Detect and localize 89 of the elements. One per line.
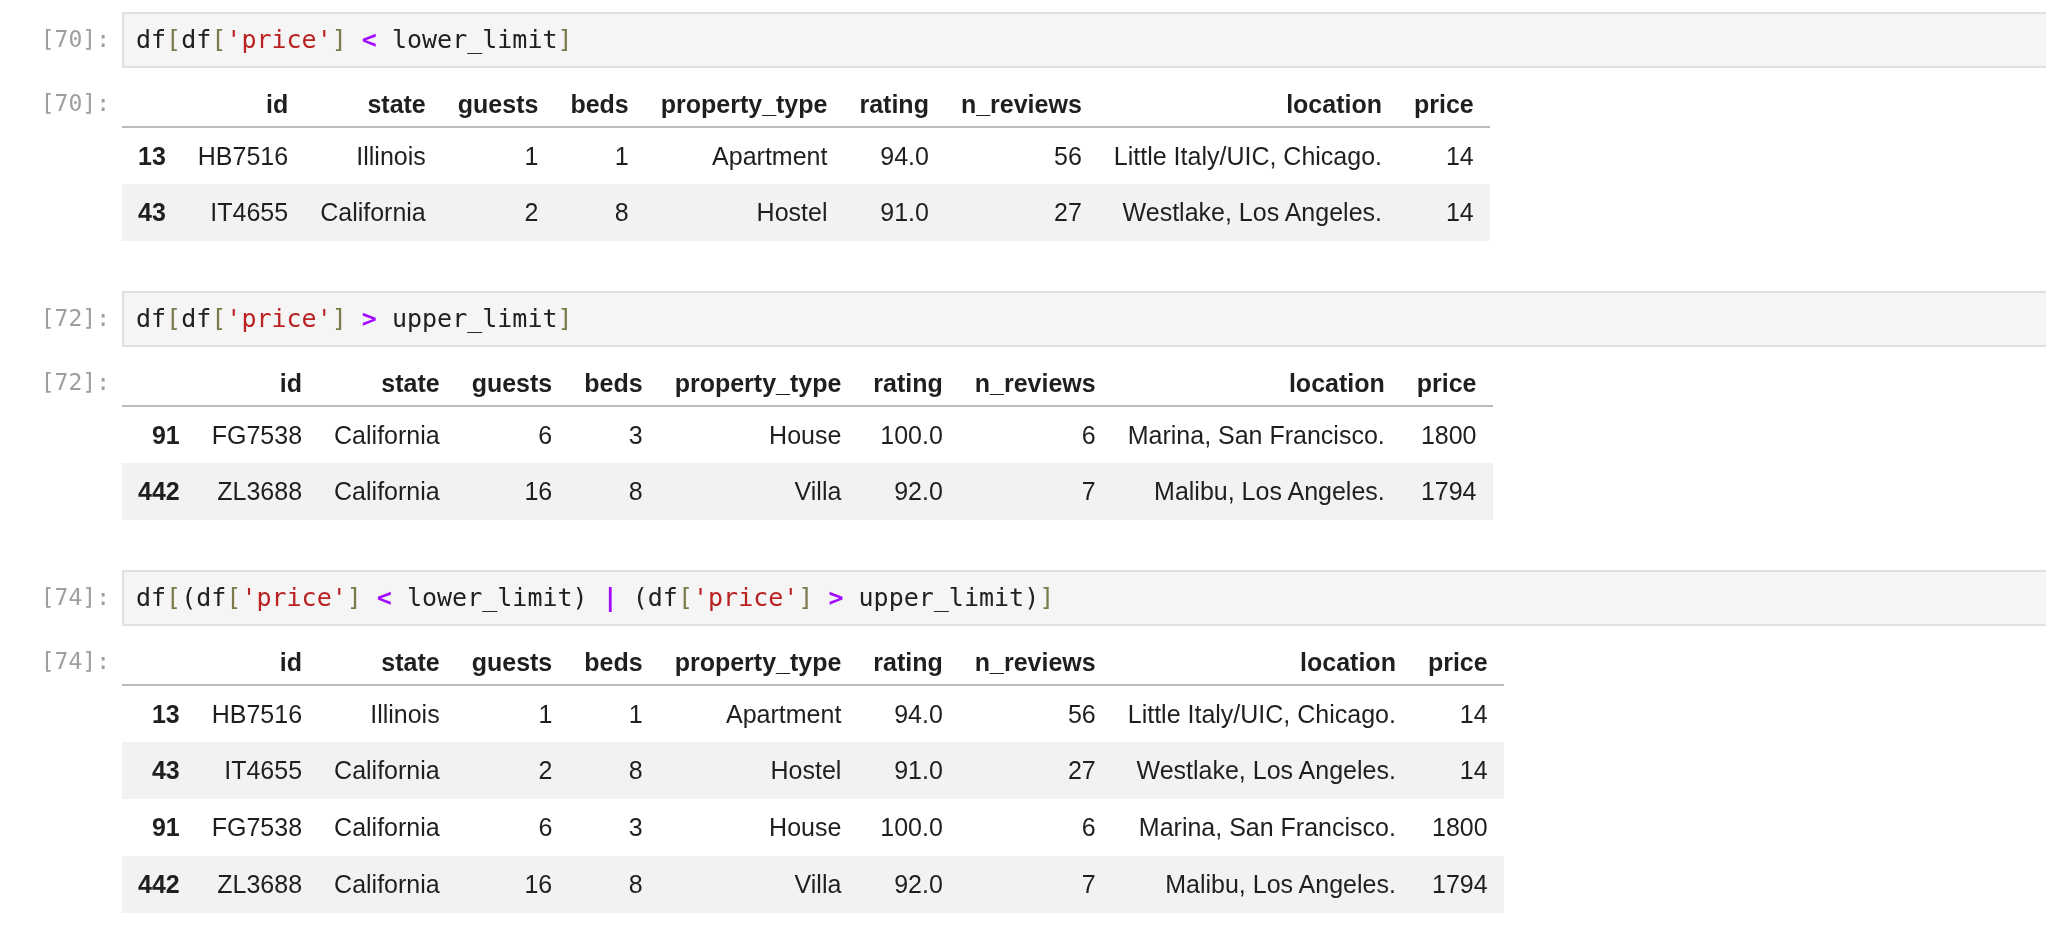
- row-index: 43: [122, 742, 196, 799]
- table-cell: 27: [944, 184, 1098, 241]
- row-index: 442: [122, 463, 196, 520]
- table-cell: 100.0: [857, 799, 959, 856]
- table-cell: 1800: [1400, 406, 1493, 463]
- table-cell: ZL3688: [195, 856, 319, 913]
- table-cell: Little Italy/UIC, Chicago.: [1111, 685, 1412, 742]
- table-cell: 1: [441, 127, 555, 184]
- table-cell: 16: [455, 856, 569, 913]
- table-cell: Little Italy/UIC, Chicago.: [1097, 127, 1398, 184]
- table-cell: 1794: [1400, 463, 1493, 520]
- row-index: 91: [122, 799, 196, 856]
- table-cell: 91.0: [857, 742, 959, 799]
- table-cell: Villa: [658, 856, 858, 913]
- table-cell: Apartment: [658, 685, 858, 742]
- table-cell: 94.0: [857, 685, 959, 742]
- row-index: 43: [122, 184, 182, 241]
- table-cell: 8: [554, 184, 645, 241]
- table-cell: ZL3688: [195, 463, 319, 520]
- table-cell: 7: [958, 856, 1112, 913]
- table-cell: IT4655: [195, 742, 319, 799]
- table-cell: Marina, San Francisco.: [1111, 406, 1401, 463]
- table-cell: 14: [1411, 742, 1504, 799]
- table-cell: 2: [455, 742, 569, 799]
- table-cell: 92.0: [857, 856, 959, 913]
- table-cell: 8: [568, 463, 659, 520]
- table-cell: HB7516: [181, 127, 305, 184]
- table-cell: California: [318, 406, 456, 463]
- input-prompt: [72]:: [39, 304, 111, 331]
- table-cell: California: [318, 742, 456, 799]
- table-cell: 7: [958, 463, 1112, 520]
- table-cell: 3: [568, 406, 659, 463]
- table-cell: Malibu, Los Angeles.: [1111, 463, 1401, 520]
- table-cell: Malibu, Los Angeles.: [1111, 856, 1412, 913]
- table-cell: FG7538: [195, 799, 319, 856]
- table-cell: 8: [568, 742, 659, 799]
- table-cell: 1: [554, 127, 645, 184]
- table-cell: 2: [441, 184, 555, 241]
- table-cell: 6: [958, 799, 1112, 856]
- table-cell: 27: [958, 742, 1112, 799]
- output-prompt: [72]:: [39, 368, 111, 395]
- table-cell: 100.0: [857, 406, 959, 463]
- table-cell: 56: [958, 685, 1112, 742]
- code-input[interactable]: df[(df['price'] < lower_limit) | (df['price'] > upper_limit)]: [122, 570, 2046, 626]
- table-cell: 56: [944, 127, 1098, 184]
- table-cell: California: [318, 856, 456, 913]
- output-prompt: [74]:: [39, 647, 111, 674]
- table-cell: 1: [568, 685, 659, 742]
- table-cell: House: [658, 799, 858, 856]
- table-cell: 14: [1411, 685, 1504, 742]
- table-cell: 1800: [1411, 799, 1504, 856]
- table-cell: Apartment: [644, 127, 844, 184]
- row-index: 91: [122, 406, 196, 463]
- row-index: 13: [122, 685, 196, 742]
- table-cell: 1: [455, 685, 569, 742]
- table-cell: 6: [455, 799, 569, 856]
- output-prompt: [70]:: [39, 89, 111, 116]
- table-cell: Villa: [658, 463, 858, 520]
- table-cell: 1794: [1411, 856, 1504, 913]
- table-cell: Illinois: [318, 685, 456, 742]
- code-input[interactable]: df[df['price'] < lower_limit]: [122, 12, 2046, 68]
- input-prompt: [70]:: [39, 25, 111, 52]
- table-cell: California: [318, 463, 456, 520]
- table-cell: 16: [455, 463, 569, 520]
- table-cell: 14: [1398, 127, 1490, 184]
- table-cell: 3: [568, 799, 659, 856]
- table-cell: FG7538: [195, 406, 319, 463]
- table-cell: Hostel: [658, 742, 858, 799]
- table-cell: Hostel: [644, 184, 844, 241]
- row-index: 13: [122, 127, 182, 184]
- table-cell: 8: [568, 856, 659, 913]
- table-cell: HB7516: [195, 685, 319, 742]
- table-cell: 6: [958, 406, 1112, 463]
- input-prompt: [74]:: [39, 583, 111, 610]
- table-cell: California: [318, 799, 456, 856]
- table-cell: Westlake, Los Angeles.: [1097, 184, 1398, 241]
- table-cell: Westlake, Los Angeles.: [1111, 742, 1412, 799]
- row-index: 442: [122, 856, 196, 913]
- code-input[interactable]: df[df['price'] > upper_limit]: [122, 291, 2046, 347]
- table-cell: IT4655: [181, 184, 305, 241]
- table-cell: 14: [1398, 184, 1490, 241]
- table-cell: House: [658, 406, 858, 463]
- table-cell: Marina, San Francisco.: [1111, 799, 1412, 856]
- table-cell: California: [304, 184, 442, 241]
- table-cell: 92.0: [857, 463, 959, 520]
- table-cell: Illinois: [304, 127, 442, 184]
- table-cell: 6: [455, 406, 569, 463]
- table-cell: 94.0: [843, 127, 945, 184]
- table-cell: 91.0: [843, 184, 945, 241]
